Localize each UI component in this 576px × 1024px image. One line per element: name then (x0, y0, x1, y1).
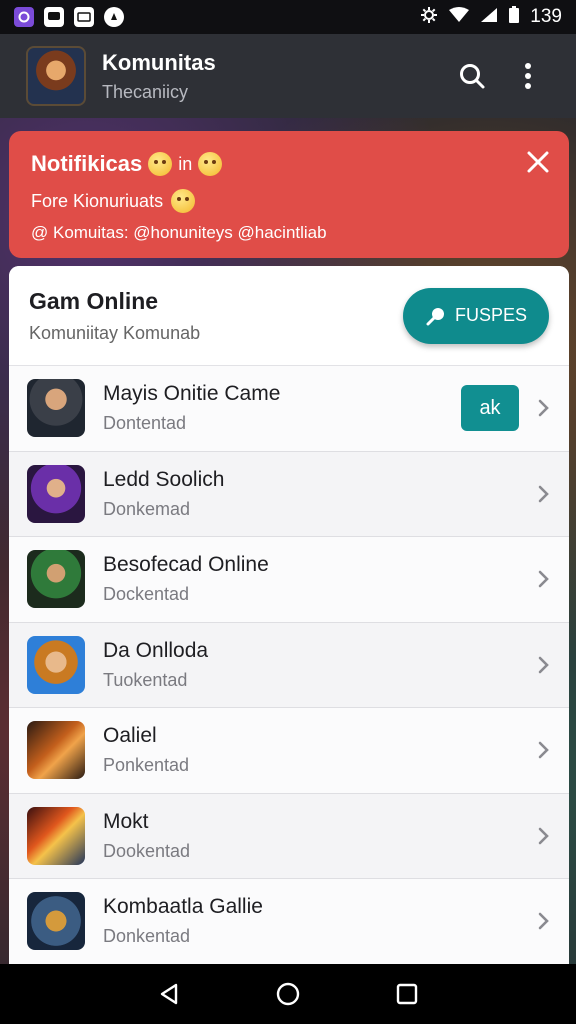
card-subtitle: Komuniitay Komunab (29, 322, 201, 343)
notification-title-suffix: in (178, 153, 193, 174)
game-subtitle: Ponkentad (103, 755, 190, 776)
more-vert-icon (525, 63, 531, 89)
app-title: Komunitas (102, 49, 216, 75)
close-button[interactable] (525, 149, 551, 175)
notification-title: Notifikicas (31, 151, 143, 176)
chevron-right-icon (538, 741, 549, 759)
smile-emoji-icon (148, 152, 173, 176)
battery-icon (508, 5, 520, 29)
close-icon (527, 151, 549, 173)
status-bar: 139 (0, 0, 576, 34)
clock: 139 (530, 6, 562, 27)
recents-button[interactable] (387, 974, 427, 1014)
back-icon (161, 983, 178, 1005)
tablet-icon (74, 7, 94, 27)
game-subtitle: Dockentad (103, 584, 190, 605)
game-list-card: Gam Online Komuniitay Komunab FUSPES May… (9, 266, 569, 964)
app-subtitle: Thecaniicy (102, 81, 189, 102)
battle-thumb (27, 806, 85, 865)
game-title: Mayis Onitie Came (103, 382, 281, 406)
game-row[interactable]: Besofecad Online Dockentad (9, 537, 569, 623)
notification-mentions: @ Komuitas: @honunitеys @hacintliab (31, 223, 327, 242)
search-icon (426, 307, 444, 325)
home-button[interactable] (268, 974, 308, 1014)
chevron-right-icon (538, 912, 549, 930)
game-list: Mayis Onitie Came Dontentad ak Ledd Soolich… (9, 366, 569, 964)
game-row[interactable]: Ledd Soolich Donkemad (9, 451, 569, 537)
notification-banner[interactable]: Notifikicas in Fore Kionuriuats @ Komuit… (9, 131, 569, 258)
wifi-icon (448, 6, 470, 28)
signal-icon (480, 7, 498, 28)
notification-app-icon (14, 7, 34, 27)
game-title: Ledd Soolich (103, 467, 225, 491)
navigation-bar (0, 964, 576, 1024)
card-header: Gam Online Komuniitay Komunab FUSPES (9, 266, 569, 366)
home-icon (276, 982, 300, 1006)
fuspes-button[interactable]: FUSPES (403, 287, 549, 344)
game-title: Mokt (103, 809, 149, 833)
game-title: Da Onlloda (103, 638, 209, 662)
game-title: Kombaatla Gallie (103, 895, 263, 919)
warrior-thumb (27, 379, 85, 438)
grin-emoji-icon (171, 189, 196, 213)
game-subtitle: Dontentad (103, 413, 187, 434)
knight-thumb (27, 550, 85, 609)
community-avatar[interactable] (26, 46, 86, 106)
game-row[interactable]: Kombaatla Gallie Donkentad (9, 879, 569, 964)
notification-line: Fore Kionuriuats (31, 190, 164, 211)
hero-thumb (27, 635, 85, 694)
chevron-right-icon (538, 570, 549, 588)
game-subtitle: Donkemad (103, 498, 191, 519)
chevron-right-icon (538, 399, 549, 417)
sorcerer-thumb (27, 464, 85, 523)
game-title: Besofecad Online (103, 553, 269, 577)
app-bar: Komunitas Thecaniicy (0, 34, 576, 118)
more-options-button[interactable] (506, 54, 550, 98)
chevron-right-icon (538, 827, 549, 845)
game-subtitle: Dookentad (103, 840, 191, 861)
game-action-badge[interactable]: ak (461, 385, 519, 432)
game-row[interactable]: Da Onlloda Tuokentad (9, 622, 569, 708)
chevron-right-icon (538, 656, 549, 674)
fuspes-button-label: FUSPES (454, 305, 528, 325)
search-button[interactable] (450, 54, 494, 98)
settings-icon (420, 6, 438, 29)
game-row[interactable]: Mayis Onitie Came Dontentad ak (9, 366, 569, 452)
laugh-emoji-icon (198, 152, 223, 176)
cannon-thumb (27, 721, 85, 780)
card-title: Gam Online (29, 287, 159, 314)
chevron-right-icon (538, 485, 549, 503)
game-row[interactable]: Mokt Dookentad (9, 793, 569, 879)
compass-icon (104, 7, 124, 27)
game-row[interactable]: Oaliel Ponkentad (9, 708, 569, 794)
galley-thumb (27, 892, 85, 951)
game-subtitle: Donkentad (103, 926, 191, 947)
game-title: Oaliel (103, 724, 157, 748)
chat-icon (44, 7, 64, 27)
game-subtitle: Tuokentad (103, 669, 188, 690)
recents-icon (396, 983, 417, 1005)
back-button[interactable] (149, 974, 189, 1014)
search-icon (460, 64, 485, 89)
